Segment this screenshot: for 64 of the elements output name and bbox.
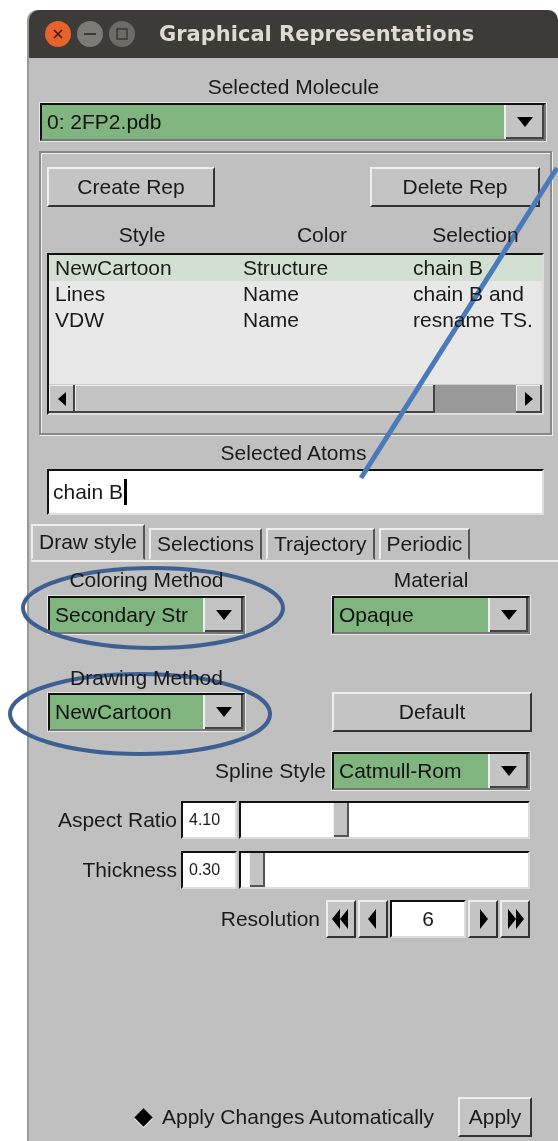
left-arrow-icon (58, 392, 66, 406)
checkbox-label: Apply Changes Automatically (162, 1105, 434, 1129)
slider-thumb[interactable] (249, 853, 266, 887)
field-label: Selected Atoms (219, 441, 368, 465)
selection-field[interactable]: chain B (47, 469, 544, 515)
caret-icon (501, 610, 517, 620)
minimize-button[interactable] (77, 21, 103, 47)
close-button[interactable] (45, 21, 71, 47)
slider-thumb[interactable] (333, 803, 350, 837)
value-field[interactable]: 0.30 (181, 851, 237, 889)
default-button[interactable]: Default (332, 692, 532, 732)
table-cell-text: chain B (413, 255, 485, 281)
close-icon (53, 29, 63, 39)
slider-track[interactable] (239, 801, 530, 839)
field-label: Spline Style (215, 759, 326, 783)
slider-label: Thickness (81, 858, 178, 882)
tab[interactable]: Draw style (31, 524, 146, 560)
column-header: Color (295, 223, 349, 247)
create-rep-button[interactable]: Create Rep (47, 167, 215, 207)
right-arrow-icon (525, 392, 533, 406)
horizontal-scrollbar[interactable] (49, 384, 542, 413)
last-button[interactable] (500, 900, 530, 938)
column-header: Style (117, 223, 167, 247)
table-cell-text: Name (243, 281, 301, 307)
next-button[interactable] (468, 900, 498, 938)
minimize-icon (84, 33, 96, 35)
field-label: Selected Molecule (206, 75, 381, 99)
caret-icon (216, 610, 232, 620)
dropdown[interactable]: 0: 2FP2.pdb (40, 103, 546, 141)
value-field[interactable]: 6 (390, 900, 466, 938)
dropdown[interactable]: NewCartoon (48, 693, 245, 731)
table-cell-text: NewCartoon (55, 255, 173, 281)
tab[interactable]: Selections (149, 528, 262, 560)
double-right-icon (506, 908, 524, 930)
list-row[interactable]: Lines Name chain B and (49, 281, 542, 307)
caret-icon (501, 766, 517, 776)
field-label: Material (392, 568, 470, 592)
right-icon (478, 908, 488, 930)
slider-label: Aspect Ratio (56, 808, 178, 832)
caret-icon (517, 117, 533, 127)
field-label: Resolution (220, 907, 320, 931)
tab[interactable]: Periodic (378, 528, 471, 560)
table-cell-text: Name (243, 307, 301, 333)
table-cell-text: Structure (243, 255, 330, 281)
list-row[interactable]: NewCartoon Structure chain B (49, 255, 542, 281)
left-icon (368, 908, 378, 930)
tab[interactable]: Trajectory (265, 528, 375, 560)
maximize-icon (116, 28, 128, 40)
caret-icon (216, 707, 232, 717)
apply-button[interactable]: Apply (458, 1097, 532, 1137)
value-field[interactable]: 4.10 (181, 801, 237, 839)
table-cell-text: Lines (55, 281, 107, 307)
double-left-icon (332, 908, 350, 930)
table-cell-text: VDW (55, 307, 105, 333)
dropdown[interactable]: Catmull-Rom (332, 752, 530, 790)
window-title: Graphical Representations (159, 22, 475, 46)
dropdown[interactable]: Opaque (332, 596, 530, 634)
slider-track[interactable] (239, 851, 530, 889)
delete-rep-button[interactable]: Delete Rep (370, 167, 540, 207)
table-cell-text: chain B and (413, 281, 525, 307)
previous-button[interactable] (358, 900, 388, 938)
first-button[interactable] (326, 900, 356, 938)
field-label: Coloring Method (68, 568, 225, 592)
dropdown[interactable]: Secondary Str (48, 596, 245, 634)
